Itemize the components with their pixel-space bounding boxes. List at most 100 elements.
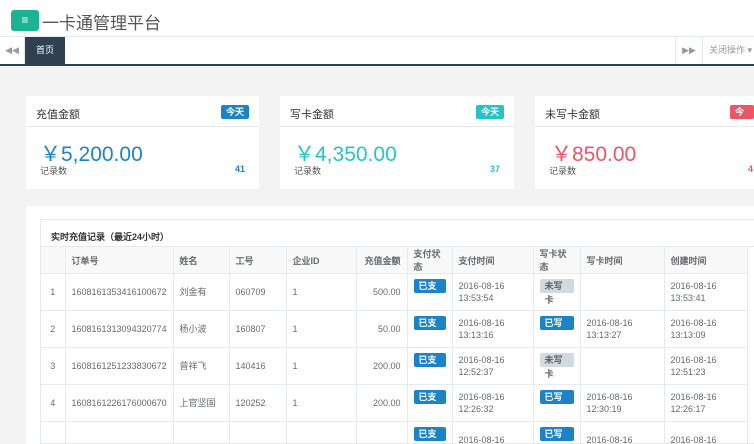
write-date: 2016-08-16 <box>586 435 633 444</box>
recharge-amount: 200.00 <box>356 347 408 385</box>
tab-home[interactable]: 首页 <box>25 37 65 64</box>
user-name: 刘金有 <box>173 273 230 311</box>
table-row[interactable]: 1 1608161353416100672 刘金有 060709 1 500.00 已支付 2… <box>41 273 748 311</box>
tab-scroll-left-icon[interactable]: ◀◀ <box>0 37 25 64</box>
created-time: 2016-08-16 13:13:09 <box>664 310 748 348</box>
write-status-badge: 未写卡 <box>539 352 574 379</box>
company-id: 1 <box>286 347 357 385</box>
pay-date: 2016-08-16 <box>458 435 505 444</box>
write-time: 2016-08-16 <box>580 421 665 444</box>
pay-status-cell: 已支付 <box>407 310 453 348</box>
card-count: 4 <box>748 164 754 174</box>
card-subtitle: 记录数 <box>294 166 322 176</box>
order-id <box>65 421 174 444</box>
today-badge: 今天 <box>475 105 504 119</box>
created-time: 2016-08-16 12:26:17 <box>664 384 748 422</box>
created-date: 2016-08-16 <box>670 355 717 365</box>
column-header[interactable]: 写卡状态 <box>533 247 581 274</box>
pay-date: 2016-08-16 <box>458 281 505 291</box>
card-count: 41 <box>234 164 245 174</box>
recharge-amount-card: 充值金额 今天 ￥5,200.00 记录数 41 <box>26 96 259 189</box>
row-index: 2 <box>41 310 66 348</box>
tab-bar: ◀◀ 首页 ▶▶ 关闭操作 ▾ <box>0 37 754 66</box>
column-header[interactable]: 创建时间 <box>664 247 748 274</box>
recharge-amount: 500.00 <box>356 273 408 311</box>
table-row[interactable]: 2 1608161313094320774 杨小波 160807 1 50.00 已支付 20… <box>41 310 748 348</box>
column-header[interactable]: 姓名 <box>173 247 230 274</box>
pay-clock: 12:26:32 <box>458 404 494 414</box>
pay-date: 2016-08-16 <box>458 355 505 365</box>
created-clock: 12:51:23 <box>670 367 706 377</box>
row-index <box>41 421 66 444</box>
card-subtitle: 记录数 <box>549 166 577 176</box>
pay-status-badge: 已支付 <box>413 426 446 444</box>
table-row[interactable]: 已支付 2016-08-16 已写卡 2016-08-16 2016-08-16 <box>41 421 748 444</box>
card-title: 充值金额 <box>36 109 80 121</box>
column-header[interactable]: 工号 <box>229 247 287 274</box>
write-time <box>580 347 665 385</box>
top-bar: ≡ 一卡通管理平台 <box>0 0 754 37</box>
card-header: 充值金额 今天 <box>26 96 259 127</box>
pay-time: 2016-08-16 12:52:37 <box>452 347 534 385</box>
card-header: 写卡金额 今天 <box>280 96 514 127</box>
row-index: 3 <box>41 347 66 385</box>
close-operations-dropdown[interactable]: 关闭操作 ▾ <box>702 37 754 64</box>
pay-status-badge: 已支付 <box>413 278 446 305</box>
created-date: 2016-08-16 <box>670 318 717 328</box>
pay-time: 2016-08-16 13:53:54 <box>452 273 534 311</box>
write-status-badge: 未写卡 <box>539 278 574 305</box>
column-header[interactable]: 订单号 <box>65 247 174 274</box>
card-subtitle: 记录数 <box>40 166 68 176</box>
write-status-cell: 未写卡 <box>533 273 581 311</box>
pay-status-cell: 已支付 <box>407 273 453 311</box>
write-time <box>580 273 665 311</box>
tab-scroll-right-icon[interactable]: ▶▶ <box>675 37 702 64</box>
pay-clock: 13:13:16 <box>458 330 494 340</box>
pay-time: 2016-08-16 <box>452 421 534 444</box>
column-header[interactable]: 充值金额 <box>356 247 408 274</box>
order-id: 1608161251233830672 <box>65 347 174 385</box>
order-id: 1608161353416100672 <box>65 273 174 311</box>
created-time: 2016-08-16 <box>664 421 748 444</box>
recharge-amount <box>356 421 408 444</box>
order-id: 1608161226176000670 <box>65 384 174 422</box>
panel-title: 实时充值记录（最近24小时） <box>51 232 170 242</box>
employee-id: 120252 <box>229 384 287 422</box>
pay-date: 2016-08-16 <box>458 392 505 402</box>
column-header[interactable]: 支付状态 <box>407 247 453 274</box>
user-name <box>173 421 230 444</box>
pay-status-badge: 已支付 <box>413 315 446 342</box>
write-status-badge: 已写卡 <box>539 315 574 342</box>
menu-icon: ≡ <box>21 13 29 27</box>
row-index: 1 <box>41 273 66 311</box>
write-time: 2016-08-16 12:30:19 <box>580 384 665 422</box>
column-header[interactable]: 支付时间 <box>452 247 534 274</box>
column-header[interactable]: 企业ID <box>286 247 357 274</box>
table-row[interactable]: 3 1608161251233830672 曾祥飞 140416 1 200.00 已支付 2… <box>41 347 748 385</box>
created-date: 2016-08-16 <box>670 435 717 444</box>
created-time: 2016-08-16 13:53:41 <box>664 273 748 311</box>
records-table: 订单号 姓名 工号 企业ID 充值金额 支付状态 支付时间 写卡状态 写卡时间 … <box>41 247 748 444</box>
pay-status-badge: 已支付 <box>413 389 446 416</box>
menu-toggle-button[interactable]: ≡ <box>11 10 39 31</box>
card-header: 未写卡金额 今天 <box>535 96 754 131</box>
recharge-records-panel: 实时充值记录（最近24小时） 订单号 姓名 工号 企业ID 充值金额 支付状态 … <box>26 206 754 444</box>
write-status-badge: 已写卡 <box>539 389 574 416</box>
column-header[interactable]: 写卡时间 <box>580 247 665 274</box>
column-header[interactable] <box>41 247 66 274</box>
pay-status-cell: 已支付 <box>407 384 453 422</box>
pay-status-cell: 已支付 <box>407 347 453 385</box>
pay-status-badge: 已支付 <box>413 352 446 379</box>
unwritten-amount-card: 未写卡金额 今天 ￥850.00 记录数 4 <box>535 96 754 189</box>
pay-status-cell: 已支付 <box>407 421 453 444</box>
created-date: 2016-08-16 <box>670 281 717 291</box>
created-time: 2016-08-16 12:51:23 <box>664 347 748 385</box>
write-date: 2016-08-16 <box>586 392 633 402</box>
created-date: 2016-08-16 <box>670 392 717 402</box>
write-status-cell: 已写卡 <box>533 384 581 422</box>
table-row[interactable]: 4 1608161226176000670 上官坚国 120252 1 200.00 已支付… <box>41 384 748 422</box>
employee-id: 060709 <box>229 273 287 311</box>
today-badge: 今天 <box>220 105 249 119</box>
records-table-wrapper[interactable]: 订单号 姓名 工号 企业ID 充值金额 支付状态 支付时间 写卡状态 写卡时间 … <box>41 246 754 444</box>
order-id: 1608161313094320774 <box>65 310 174 348</box>
